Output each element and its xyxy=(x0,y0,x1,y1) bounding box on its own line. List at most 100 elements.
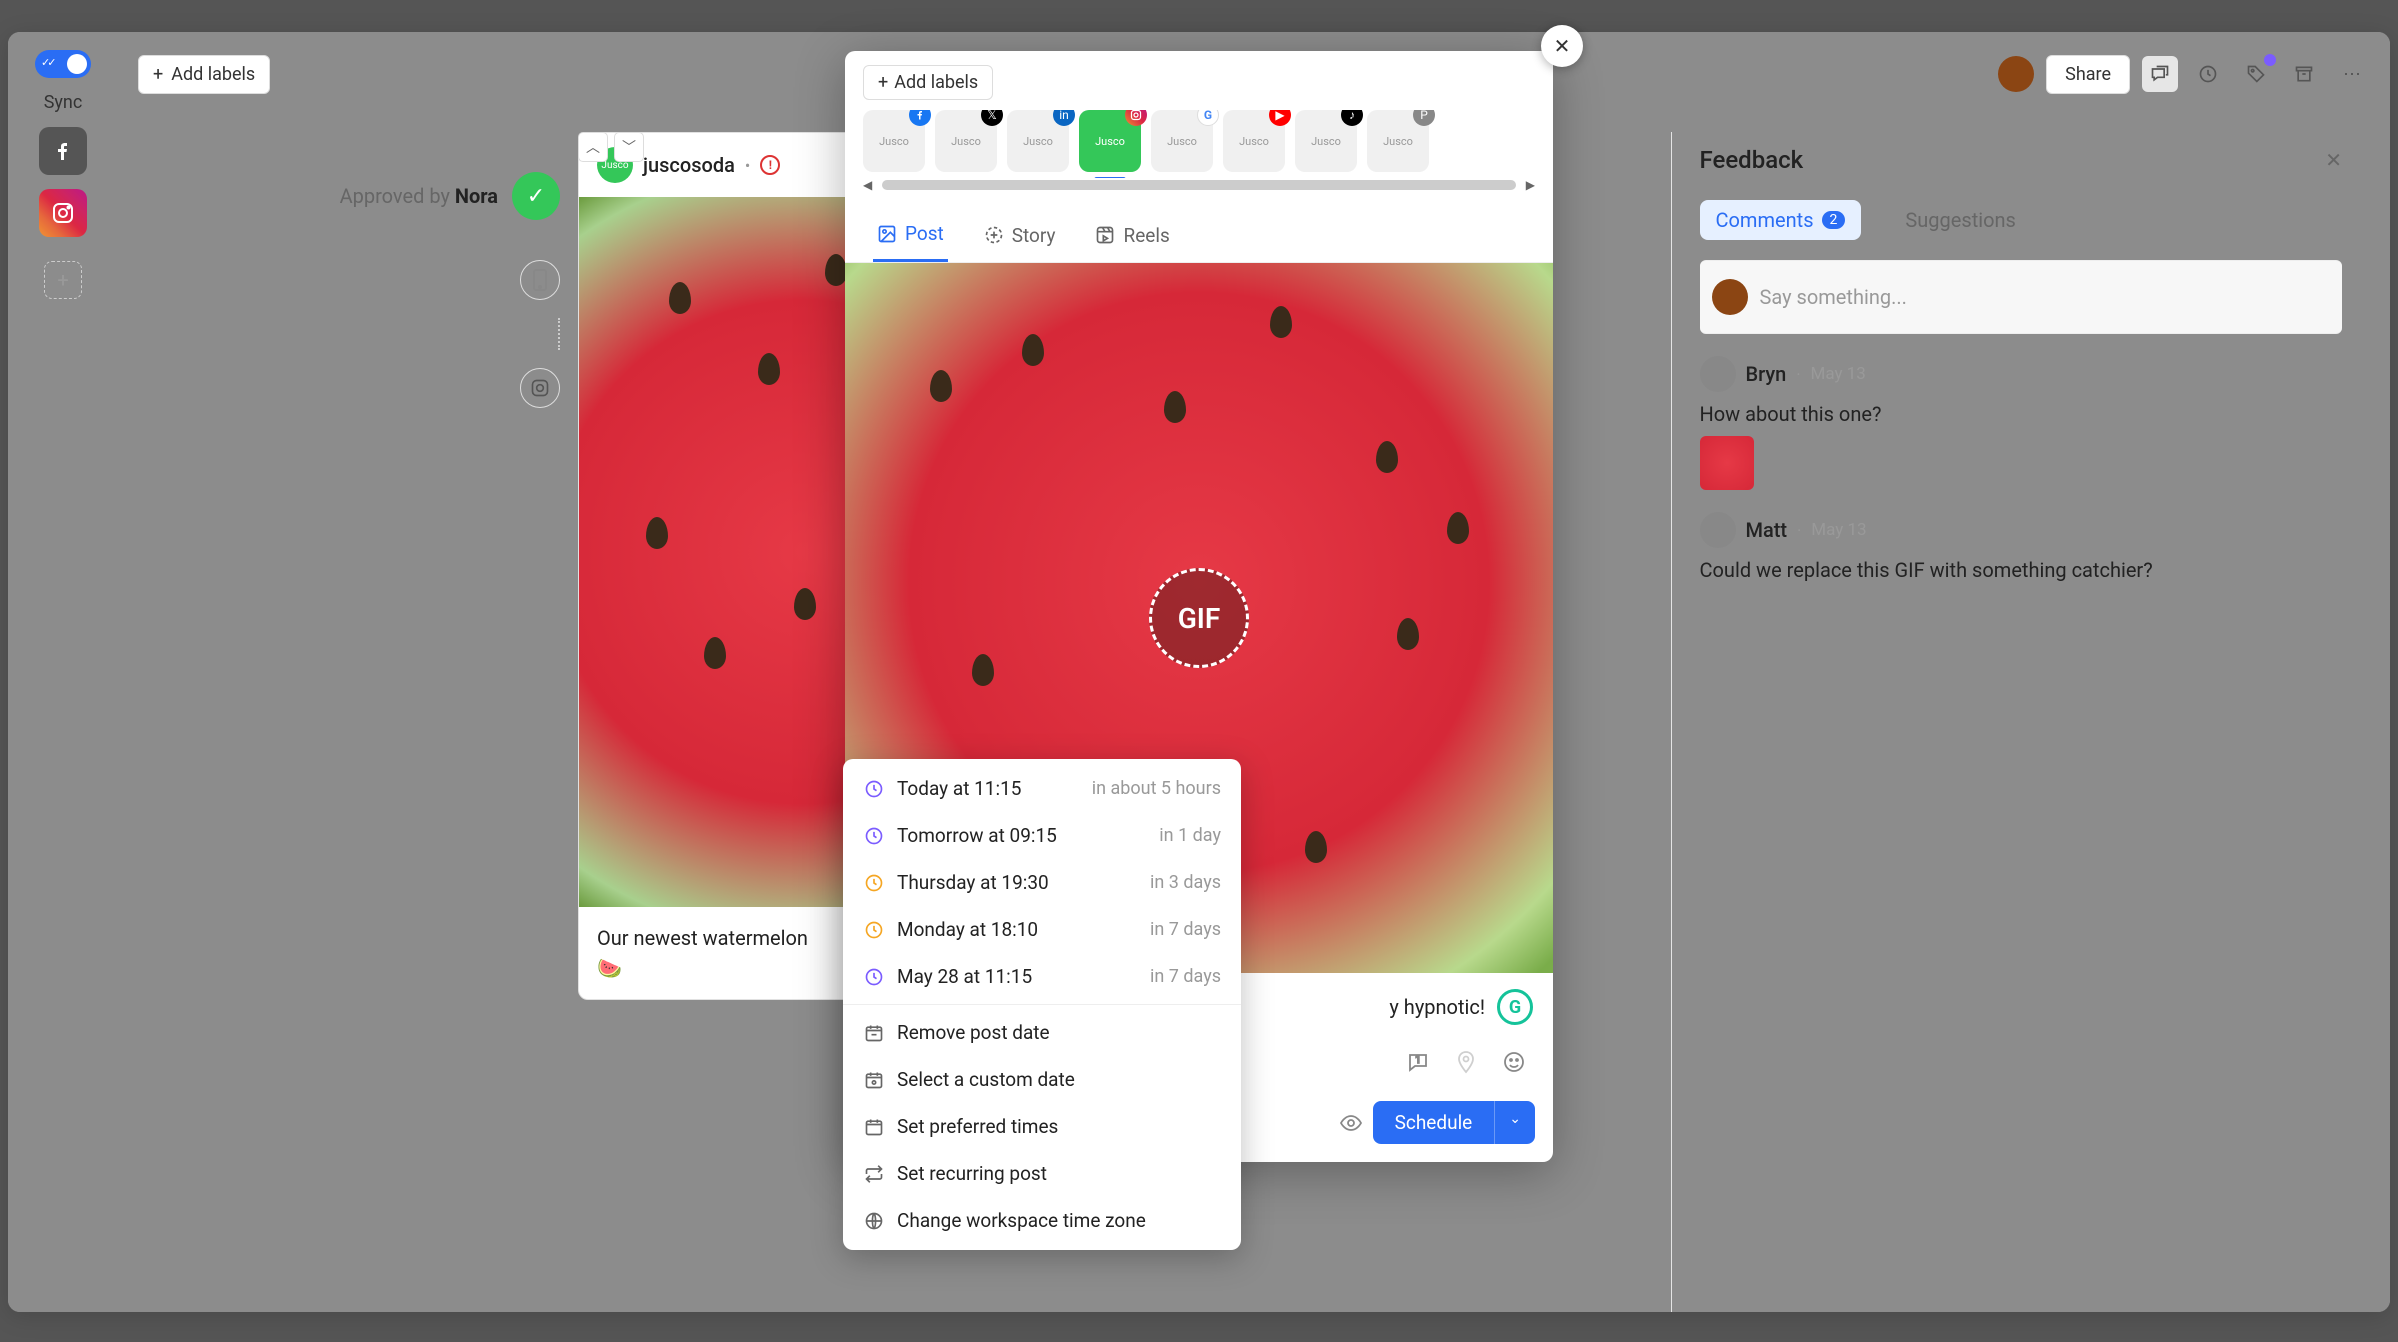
plus-icon: + xyxy=(878,72,888,93)
tab-suggestions[interactable]: Suggestions xyxy=(1889,200,2031,240)
nav-up-button[interactable]: ︿ xyxy=(578,132,608,162)
time-option[interactable]: Monday at 18:10 in 7 days xyxy=(843,906,1241,953)
timezone-option[interactable]: Change workspace time zone xyxy=(843,1197,1241,1244)
time-option[interactable]: May 28 at 11:15 in 7 days xyxy=(843,953,1241,1000)
clock-icon xyxy=(863,919,885,941)
chat-icon[interactable] xyxy=(2142,56,2178,92)
history-icon[interactable] xyxy=(2190,56,2226,92)
linkedin-icon: in xyxy=(1053,110,1075,126)
instagram-preview-icon[interactable] xyxy=(520,368,560,408)
scroll-right-icon[interactable]: ▶ xyxy=(1526,178,1535,192)
user-avatar[interactable] xyxy=(1998,56,2034,92)
nav-down-button[interactable]: ﹀ xyxy=(614,132,644,162)
comment-body: Could we replace this GIF with something… xyxy=(1700,558,2343,582)
sync-toggle[interactable] xyxy=(35,50,91,78)
clock-icon xyxy=(863,778,885,800)
time-option[interactable]: Today at 11:15 in about 5 hours xyxy=(843,765,1241,812)
time-option[interactable]: Tomorrow at 09:15 in 1 day xyxy=(843,812,1241,859)
first-comment-icon[interactable]: 1 xyxy=(1403,1047,1433,1077)
comment-attachment[interactable] xyxy=(1700,436,1754,490)
compose-modal: + Add labels Jusco Jusco𝕏 Juscoin Jusco … xyxy=(845,51,1553,1162)
tiktok-icon: ♪ xyxy=(1341,110,1363,126)
preview-icon[interactable] xyxy=(1339,1111,1363,1135)
google-icon: G xyxy=(1197,110,1219,126)
warning-icon[interactable]: ! xyxy=(760,155,780,175)
location-icon[interactable] xyxy=(1451,1047,1481,1077)
comment-date: May 13 xyxy=(1811,364,1866,384)
tab-comments[interactable]: Comments 2 xyxy=(1700,200,1862,240)
calendar-icon xyxy=(863,1069,885,1091)
calendar-remove-icon xyxy=(863,1022,885,1044)
instagram-icon xyxy=(1125,110,1147,126)
time-option[interactable]: Thursday at 19:30 in 3 days xyxy=(843,859,1241,906)
channel-google[interactable]: JuscoG xyxy=(1151,110,1213,172)
channel-linkedin[interactable]: Juscoin xyxy=(1007,110,1069,172)
facebook-channel-icon[interactable] xyxy=(39,127,87,175)
custom-date-option[interactable]: Select a custom date xyxy=(843,1056,1241,1103)
comment-item: Bryn · May 13 How about this one? xyxy=(1700,356,2343,490)
clock-icon xyxy=(863,966,885,988)
schedule-dropdown-button[interactable]: ⌄ xyxy=(1494,1101,1535,1144)
channel-pinterest[interactable]: JuscoP xyxy=(1367,110,1429,172)
svg-text:1: 1 xyxy=(1415,1055,1421,1066)
commenter-name: Bryn xyxy=(1746,362,1787,386)
schedule-button[interactable]: Schedule xyxy=(1373,1101,1495,1144)
add-labels-text: Add labels xyxy=(171,64,255,85)
commenter-name: Matt xyxy=(1746,518,1788,542)
connector-line xyxy=(558,318,560,350)
pinterest-icon: P xyxy=(1413,110,1435,126)
feedback-title: Feedback xyxy=(1700,146,1804,174)
comment-date: May 13 xyxy=(1811,520,1866,540)
channel-facebook[interactable]: Jusco xyxy=(863,110,925,172)
channel-instagram[interactable]: Jusco xyxy=(1079,110,1141,172)
add-labels-button[interactable]: + Add labels xyxy=(138,55,270,94)
emoji-icon[interactable] xyxy=(1499,1047,1529,1077)
tab-post[interactable]: Post xyxy=(873,212,948,262)
comment-input[interactable]: Say something... xyxy=(1700,260,2343,334)
post-username: juscosoda xyxy=(643,153,735,177)
schedule-dropdown: Today at 11:15 in about 5 hours Tomorrow… xyxy=(843,759,1241,1250)
comment-body: How about this one? xyxy=(1700,402,2343,426)
my-avatar xyxy=(1712,279,1748,315)
mobile-device-icon[interactable] xyxy=(520,260,560,300)
repeat-icon xyxy=(863,1163,885,1185)
archive-icon[interactable] xyxy=(2286,56,2322,92)
preferred-times-option[interactable]: Set preferred times xyxy=(843,1103,1241,1150)
clock-icon xyxy=(863,872,885,894)
remove-date-option[interactable]: Remove post date xyxy=(843,1009,1241,1056)
scroll-left-icon[interactable]: ◀ xyxy=(863,178,872,192)
calendar-star-icon xyxy=(863,1116,885,1138)
youtube-icon: ▶ xyxy=(1269,110,1291,126)
comments-count-badge: 2 xyxy=(1822,211,1846,229)
channel-scrollbar[interactable] xyxy=(882,180,1516,190)
tab-story[interactable]: Story xyxy=(980,212,1060,262)
instagram-channel-icon[interactable] xyxy=(39,189,87,237)
x-icon: 𝕏 xyxy=(981,110,1003,126)
commenter-avatar xyxy=(1700,512,1736,548)
clock-icon xyxy=(863,825,885,847)
channel-x[interactable]: Jusco𝕏 xyxy=(935,110,997,172)
more-icon[interactable]: ⋯ xyxy=(2334,56,2370,92)
comment-placeholder: Say something... xyxy=(1760,285,1907,309)
feedback-close-icon[interactable]: ✕ xyxy=(2325,148,2342,172)
recurring-option[interactable]: Set recurring post xyxy=(843,1150,1241,1197)
modal-add-labels-button[interactable]: + Add labels xyxy=(863,65,993,100)
channel-youtube[interactable]: Jusco▶ xyxy=(1223,110,1285,172)
tab-reels[interactable]: Reels xyxy=(1091,212,1173,262)
comment-item: Matt · May 13 Could we replace this GIF … xyxy=(1700,512,2343,582)
channel-tiktok[interactable]: Jusco♪ xyxy=(1295,110,1357,172)
add-channel-button[interactable]: + xyxy=(44,261,82,299)
commenter-avatar xyxy=(1700,356,1736,392)
share-button[interactable]: Share xyxy=(2046,55,2130,94)
globe-icon xyxy=(863,1210,885,1232)
approved-check-icon: ✓ xyxy=(512,172,560,220)
channel-selector[interactable]: Jusco Jusco𝕏 Juscoin Jusco JuscoG Jusco▶… xyxy=(845,110,1553,178)
gif-badge: GIF xyxy=(1149,568,1249,668)
plus-icon: + xyxy=(153,64,163,85)
grammarly-icon[interactable]: G xyxy=(1497,989,1533,1025)
facebook-icon xyxy=(909,110,931,126)
approved-by-text: Approved by Nora xyxy=(340,184,498,208)
tags-icon[interactable] xyxy=(2238,56,2274,92)
modal-close-button[interactable]: ✕ xyxy=(1541,25,1583,67)
sync-label: Sync xyxy=(44,92,83,113)
